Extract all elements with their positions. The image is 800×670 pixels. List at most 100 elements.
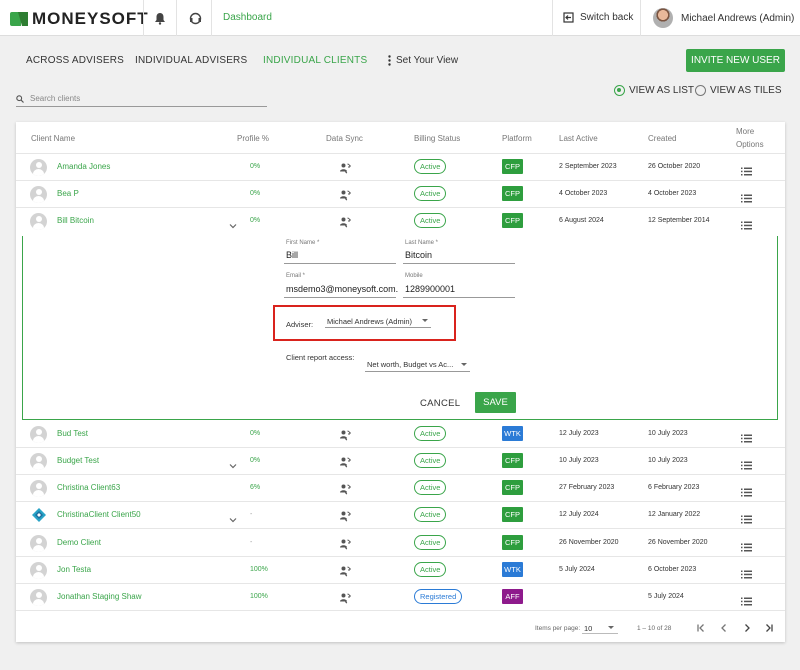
profile-percent: 6% <box>250 484 261 491</box>
last-active-date: 27 February 2023 <box>559 484 615 491</box>
data-sync-icon[interactable] <box>339 564 351 577</box>
next-page-icon[interactable] <box>742 623 752 633</box>
invite-new-user-button[interactable]: INVITE NEW USER <box>686 49 785 72</box>
data-sync-icon[interactable] <box>339 591 351 604</box>
set-your-view-button[interactable]: Set Your View <box>388 55 458 66</box>
client-name-link[interactable]: Amanda Jones <box>57 162 110 171</box>
report-access-select[interactable]: Net worth, Budget vs Ac... <box>367 360 453 369</box>
data-sync-icon[interactable] <box>339 455 351 468</box>
created-date: 5 July 2024 <box>648 593 684 600</box>
header-data-sync[interactable]: Data Sync <box>326 134 363 143</box>
platform-badge: CFP <box>502 535 523 550</box>
email-label: Email * <box>286 273 306 279</box>
mobile-underline <box>403 297 515 298</box>
avatar <box>30 213 47 230</box>
client-name-link[interactable]: Budget Test <box>57 456 99 465</box>
mobile-field[interactable]: 1289900001 <box>405 284 455 294</box>
created-date: 10 July 2023 <box>648 457 688 464</box>
last-active-date: 2 September 2023 <box>559 163 617 170</box>
mobile-label: Mobile <box>405 273 423 279</box>
client-name-link[interactable]: Bea P <box>57 189 79 198</box>
last-name-field[interactable]: Bitcoin <box>405 250 432 260</box>
billing-status-badge: Active <box>414 426 447 441</box>
tab-individual-clients[interactable]: INDIVIDUAL CLIENTS <box>263 55 367 66</box>
data-sync-icon[interactable] <box>339 188 351 201</box>
header-profile[interactable]: Profile % <box>237 134 269 143</box>
data-sync-icon[interactable] <box>339 215 351 228</box>
more-options-icon[interactable] <box>741 566 752 579</box>
more-vertical-icon <box>388 55 391 66</box>
profile-percent: 0% <box>250 190 261 197</box>
more-options-icon[interactable] <box>741 217 752 230</box>
items-per-page-label: Items per page: <box>535 625 581 632</box>
tab-across-advisers[interactable]: ACROSS ADVISERS <box>26 55 124 66</box>
more-options-icon[interactable] <box>741 163 752 176</box>
more-options-icon[interactable] <box>741 484 752 497</box>
adviser-highlight <box>273 305 456 341</box>
chevron-down-icon[interactable] <box>228 458 238 469</box>
more-options-icon[interactable] <box>741 457 752 470</box>
divider <box>640 0 641 36</box>
more-options-icon[interactable] <box>741 190 752 203</box>
data-sync-icon[interactable] <box>339 537 351 550</box>
support-icon[interactable] <box>187 10 203 26</box>
header-created[interactable]: Created <box>648 134 676 143</box>
user-avatar <box>653 8 673 28</box>
client-name-link[interactable]: Bud Test <box>57 429 88 438</box>
view-as-list-radio[interactable]: VIEW AS LIST <box>614 85 694 96</box>
client-name-link[interactable]: Demo Client <box>57 538 101 547</box>
client-name-link[interactable]: Jonathan Staging Shaw <box>57 592 142 601</box>
created-date: 26 October 2020 <box>648 163 701 170</box>
pagination-range: 1 – 10 of 28 <box>637 625 672 632</box>
dashboard-link[interactable]: Dashboard <box>223 12 272 23</box>
chevron-down-icon[interactable] <box>228 218 238 229</box>
data-sync-icon[interactable] <box>339 161 351 174</box>
more-options-icon[interactable] <box>741 593 752 606</box>
search-input[interactable] <box>30 94 250 103</box>
client-name-link[interactable]: Jon Testa <box>57 565 91 574</box>
more-options-icon[interactable] <box>741 511 752 524</box>
data-sync-icon[interactable] <box>339 482 351 495</box>
user-menu[interactable]: Michael Andrews (Admin) <box>653 8 794 28</box>
previous-page-icon[interactable] <box>719 623 729 633</box>
tab-individual-advisers[interactable]: INDIVIDUAL ADVISERS <box>135 55 247 66</box>
platform-badge: CFP <box>502 453 523 468</box>
header-last-active[interactable]: Last Active <box>559 134 598 143</box>
last-page-icon[interactable] <box>764 623 774 633</box>
report-access-label: Client report access: <box>286 353 355 362</box>
divider <box>176 0 177 36</box>
billing-status-badge: Active <box>414 562 447 577</box>
billing-status-badge: Registered <box>414 589 463 604</box>
client-name-link[interactable]: Christina Client63 <box>57 483 120 492</box>
cancel-button[interactable]: CANCEL <box>420 398 460 409</box>
divider <box>552 0 553 36</box>
last-name-label: Last Name * <box>405 240 439 246</box>
first-name-field[interactable]: Bill <box>286 250 298 260</box>
client-name-link[interactable]: ChristinaClient Client50 <box>57 510 141 519</box>
billing-status-badge: Active <box>414 535 447 550</box>
avatar <box>30 562 47 579</box>
header-platform[interactable]: Platform <box>502 134 532 143</box>
more-options-icon[interactable] <box>741 539 752 552</box>
client-name-link[interactable]: Bill Bitcoin <box>57 216 94 225</box>
more-options-icon[interactable] <box>741 430 752 443</box>
email-field[interactable]: msdemo3@moneysoft.com.a <box>286 284 398 294</box>
header-billing-status[interactable]: Billing Status <box>414 134 460 143</box>
user-name: Michael Andrews (Admin) <box>681 12 795 24</box>
data-sync-icon[interactable] <box>339 428 351 441</box>
billing-status-badge: Active <box>414 186 447 201</box>
platform-badge: CFP <box>502 159 523 174</box>
moneysoft-logo[interactable]: MONEYSOFT <box>10 9 149 29</box>
view-as-tiles-radio[interactable]: VIEW AS TILES <box>695 85 782 96</box>
created-date: 6 October 2023 <box>648 566 697 573</box>
chevron-down-icon[interactable] <box>228 512 238 523</box>
switch-back-button[interactable]: Switch back <box>563 12 633 23</box>
items-per-page-select[interactable]: 10 <box>584 624 592 633</box>
platform-badge: WTK <box>502 426 523 441</box>
save-button[interactable]: SAVE <box>475 392 516 413</box>
data-sync-icon[interactable] <box>339 509 351 522</box>
first-page-icon[interactable] <box>696 623 706 633</box>
last-active-date: 6 August 2024 <box>559 217 604 224</box>
header-client-name[interactable]: Client Name <box>31 134 75 143</box>
bell-icon[interactable] <box>152 10 168 26</box>
